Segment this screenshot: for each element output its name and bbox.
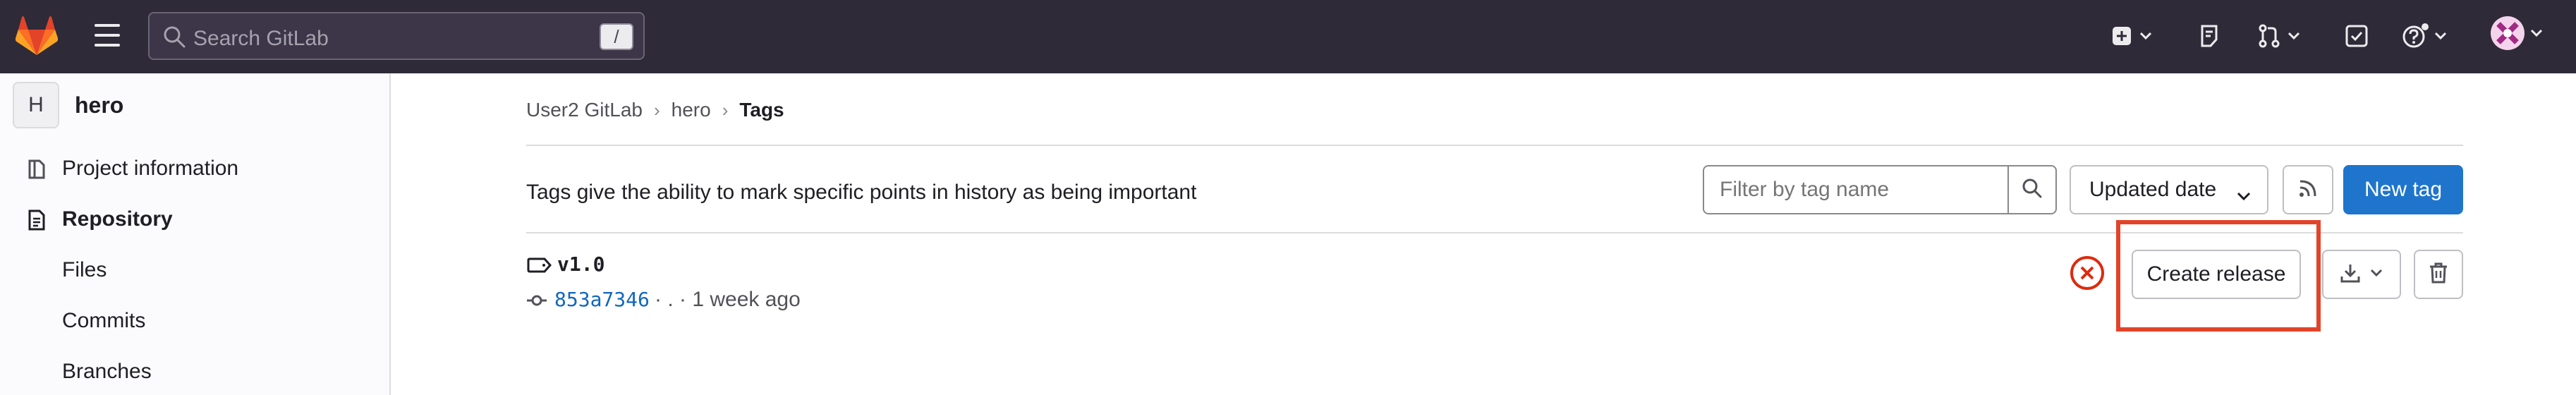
search-placeholder: Search GitLab	[193, 27, 329, 50]
merge-request-icon	[2257, 23, 2281, 49]
project-info-icon	[25, 158, 48, 181]
sort-dropdown[interactable]: Updated date	[2070, 165, 2268, 214]
commit-sha-link[interactable]: 853a7346	[554, 288, 650, 311]
sidebar-item-label: Branches	[62, 360, 152, 383]
chevron-down-icon	[2236, 183, 2252, 207]
divider	[526, 145, 2463, 146]
chevron-down-icon	[2369, 268, 2383, 281]
top-navbar: Search GitLab /	[0, 0, 2576, 73]
rss-icon	[2297, 178, 2319, 202]
page-description: Tags give the ability to mark specific p…	[526, 181, 1197, 204]
sidebar-item-project-information[interactable]: Project information	[0, 144, 389, 195]
sidebar-item-label: Commits	[62, 309, 146, 332]
breadcrumb-link[interactable]: hero	[672, 99, 711, 121]
commit-icon	[526, 292, 547, 312]
sidebar-item-label: Files	[62, 258, 107, 281]
chevron-down-icon	[2529, 28, 2544, 38]
gitlab-logo-icon[interactable]	[15, 16, 59, 56]
user-avatar	[2490, 16, 2525, 51]
filter-search-button[interactable]	[2007, 165, 2057, 214]
sidebar-item-files[interactable]: Files	[0, 245, 389, 296]
breadcrumb-separator: ›	[653, 99, 660, 121]
todos-icon[interactable]	[2345, 21, 2369, 51]
trash-icon	[2429, 262, 2448, 288]
search-icon	[2022, 178, 2043, 202]
user-menu[interactable]	[2490, 16, 2544, 51]
sort-dropdown-label: Updated date	[2089, 178, 2217, 201]
commit-meta: · . · 1 week ago	[655, 288, 801, 311]
tag-name-link[interactable]: v1.0	[557, 253, 604, 276]
hamburger-menu-icon[interactable]	[95, 24, 120, 47]
merge-requests-menu[interactable]	[2257, 21, 2301, 51]
help-menu[interactable]	[2401, 21, 2448, 51]
sidebar-item-commits[interactable]: Commits	[0, 296, 389, 347]
chevron-down-icon	[2287, 31, 2301, 41]
sidebar-item-branches[interactable]: Branches	[0, 347, 389, 395]
create-new-menu[interactable]	[2110, 21, 2153, 51]
pipeline-failed-icon[interactable]	[2070, 255, 2105, 291]
breadcrumb-separator: ›	[722, 99, 729, 121]
plus-square-icon	[2110, 25, 2133, 47]
new-tag-button[interactable]: New tag	[2343, 165, 2463, 214]
tag-filter-input[interactable]	[1703, 165, 2017, 214]
highlight-box	[2116, 220, 2321, 332]
chevron-down-icon	[2139, 31, 2153, 41]
tag-icon	[526, 257, 552, 277]
breadcrumb-current[interactable]: Tags	[739, 99, 784, 121]
project-avatar: H	[13, 82, 59, 128]
search-shortcut-badge: /	[600, 23, 633, 50]
chevron-down-icon	[2434, 31, 2448, 41]
search-icon	[162, 25, 186, 49]
download-dropdown-button[interactable]	[2322, 250, 2401, 299]
breadcrumb-link[interactable]: User2 GitLab	[526, 99, 643, 121]
rss-feed-button[interactable]	[2283, 165, 2333, 214]
download-icon	[2340, 262, 2361, 287]
sidebar-item-label: Project information	[62, 157, 239, 180]
sidebar-item-label: Repository	[62, 207, 173, 231]
repository-icon	[25, 209, 48, 231]
sidebar: H hero Project information Repository Fi…	[0, 73, 391, 395]
delete-tag-button[interactable]	[2414, 250, 2463, 299]
project-name: hero	[75, 92, 124, 118]
sidebar-project-header[interactable]: H hero	[13, 82, 123, 128]
search-box[interactable]: Search GitLab /	[148, 12, 645, 60]
help-icon	[2401, 23, 2429, 49]
sidebar-item-repository[interactable]: Repository	[0, 195, 389, 245]
breadcrumb: User2 GitLab › hero › Tags	[526, 99, 784, 121]
issues-icon[interactable]	[2198, 21, 2220, 51]
